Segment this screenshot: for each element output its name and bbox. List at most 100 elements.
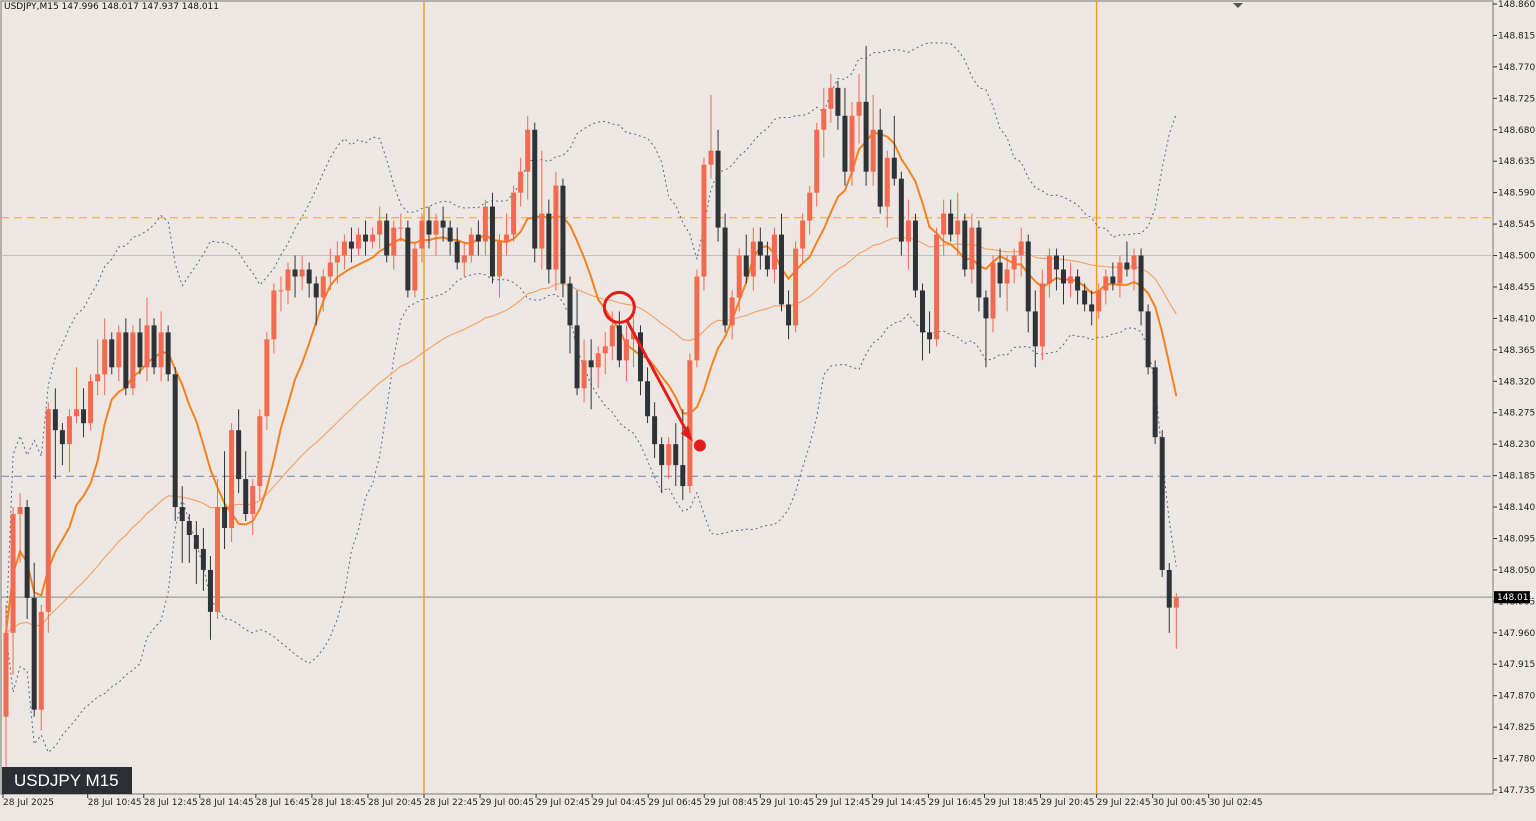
candle-body [835,87,841,116]
price-chart[interactable]: 148.860 148.815 148.770 148.725 148.680 148.6… [0,0,1536,817]
x-tick-label: 28 Jul 2025 [3,798,54,808]
y-tick-label: 147.960 [1498,629,1535,639]
candle-body [743,255,749,277]
candle-body [1145,311,1151,368]
candle-body [348,241,354,249]
candle-body [581,360,587,389]
candle-body [59,430,65,445]
y-tick-label: 148.275 [1498,409,1535,419]
candle-body [186,521,192,535]
candle-body [1004,269,1010,284]
candle-body [215,507,220,612]
candle-body [701,164,707,277]
x-tick-label: 29 Jul 12:45 [816,798,870,808]
y-tick-label: 148.770 [1498,63,1535,73]
candle-body [750,241,756,277]
candle-body [489,206,495,277]
y-tick-label: 148.680 [1498,126,1535,136]
candle-body [320,276,326,298]
candle-body [257,416,263,487]
candle-body [976,227,982,298]
candle-body [17,507,23,515]
candle-body [1039,283,1045,347]
y-tick-label: 147.735 [1498,786,1535,796]
y-tick-label: 148.455 [1498,283,1535,293]
candle-body [927,332,933,340]
y-tick-label: 147.825 [1498,723,1535,733]
x-tick-label: 29 Jul 00:45 [480,798,534,808]
x-tick-label: 30 Jul 00:45 [1153,798,1207,808]
candle-body [398,227,404,229]
candle-body [109,339,115,368]
candle-body [602,346,608,354]
candle-body [1138,255,1144,312]
y-tick-label: 148.815 [1498,31,1535,41]
candle-body [243,479,249,515]
candle-body [955,220,961,235]
symbol-ohlc-header: USDJPY,M15 147.996 148.017 147.937 148.0… [4,2,220,12]
candle-body [250,486,256,515]
candle-body [144,325,150,368]
candle-body [687,360,693,487]
candle-body [334,255,340,263]
candle-body [659,444,665,466]
x-tick-label: 29 Jul 02:45 [536,798,590,808]
candle-body [31,597,37,710]
candle-body [504,234,510,242]
candle-body [884,157,890,207]
candle-body [419,220,425,249]
candle-body [948,213,954,235]
x-tick-label: 28 Jul 14:45 [200,798,254,808]
y-tick-label: 148.095 [1498,534,1535,544]
candle-body [616,325,622,361]
candle-body [814,129,820,193]
y-tick-label: 147.780 [1498,755,1535,765]
candle-body [609,325,615,347]
candle-body [137,332,143,368]
candle-body [518,171,524,193]
candle-body [623,339,629,361]
x-tick-label: 28 Jul 10:45 [88,798,142,808]
candle-body [511,192,517,235]
candle-body [306,269,312,284]
chart-area[interactable]: 148.860 148.815 148.770 148.725 148.680 148.6… [0,0,1536,817]
candle-body [475,234,481,242]
candle-body [920,290,925,333]
candle-body [962,220,968,270]
y-tick-label: 147.915 [1498,660,1535,670]
candle-body [95,374,101,382]
y-tick-label: 148.410 [1498,314,1535,324]
candle-body [165,332,171,375]
candle-body [1011,255,1017,270]
candle-body [3,632,9,717]
candle-body [708,150,714,165]
candle-body [1124,262,1130,270]
candle-body [828,87,834,109]
candle-body [52,409,58,431]
candle-body [236,430,242,480]
candle-body [898,178,904,242]
candle-body [574,325,580,389]
candle-body [123,332,129,389]
x-tick-label: 29 Jul 16:45 [928,798,982,808]
candle-body [229,430,235,528]
candle-body [821,108,827,130]
candle-body [912,220,918,291]
x-tick-label: 29 Jul 22:45 [1097,798,1151,808]
candle-body [1075,276,1081,291]
candle-body [595,353,601,368]
candle-body [891,157,897,179]
candle-body [560,185,566,284]
candle-body [116,332,122,368]
x-tick-label: 28 Jul 16:45 [256,798,310,808]
x-tick-label: 28 Jul 20:45 [368,798,422,808]
candle-body [370,234,376,242]
y-tick-label: 148.500 [1498,252,1535,262]
candle-body [588,360,594,368]
candle-body [130,332,136,389]
candle-body [1110,276,1116,284]
y-tick-label: 148.140 [1498,503,1535,513]
candle-body [66,416,72,445]
candle-body [941,213,947,235]
y-tick-label: 148.230 [1498,440,1535,450]
